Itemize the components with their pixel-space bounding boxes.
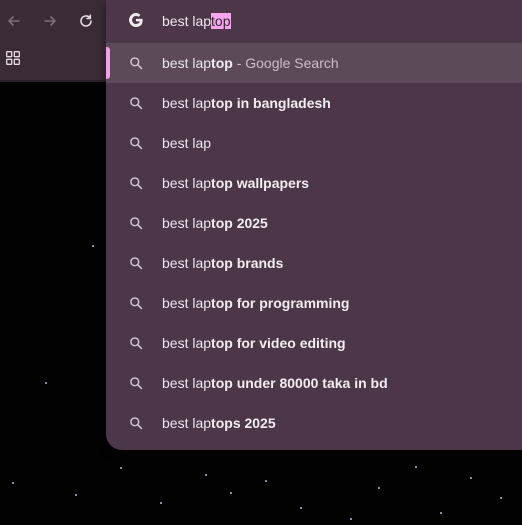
star bbox=[500, 497, 502, 499]
star bbox=[92, 245, 94, 247]
star bbox=[470, 477, 472, 479]
reload-button[interactable] bbox=[76, 11, 96, 31]
suggestion-completion: top bbox=[211, 55, 233, 71]
suggestion-prefix: best lap bbox=[162, 175, 212, 191]
suggestion-completion: top 2025 bbox=[211, 215, 268, 231]
back-button[interactable] bbox=[4, 11, 24, 31]
omnibox-autocomplete-selection: top bbox=[211, 13, 231, 29]
search-icon bbox=[130, 177, 143, 190]
suggestion-item[interactable]: best laptop brands bbox=[106, 243, 522, 283]
suggestion-list: best laptop - Google Search best laptop … bbox=[106, 43, 522, 443]
suggestion-item[interactable]: best laptop for video editing bbox=[106, 323, 522, 363]
suggestion-item[interactable]: best laptop for programming bbox=[106, 283, 522, 323]
search-icon bbox=[130, 257, 143, 270]
suggestion-prefix: best lap bbox=[162, 375, 212, 391]
star bbox=[440, 512, 442, 514]
suggestion-completion: top wallpapers bbox=[211, 175, 310, 191]
suggestion-completion: top brands bbox=[211, 255, 284, 271]
apps-button[interactable] bbox=[3, 48, 23, 68]
suggestion-prefix: best lap bbox=[162, 55, 212, 71]
omnibox[interactable]: best laptop bbox=[106, 0, 522, 42]
suggestion-item[interactable]: best laptop under 80000 taka in bd bbox=[106, 363, 522, 403]
star bbox=[120, 467, 122, 469]
omnibox-input[interactable]: best laptop bbox=[162, 12, 231, 30]
suggestion-text: best laptop 2025 bbox=[162, 215, 268, 231]
search-icon bbox=[130, 217, 143, 230]
star bbox=[378, 487, 380, 489]
star bbox=[265, 480, 267, 482]
suggestion-text: best laptop wallpapers bbox=[162, 175, 309, 191]
suggestion-completion: top in bangladesh bbox=[211, 95, 331, 111]
search-icon bbox=[130, 57, 143, 70]
suggestion-text: best laptop under 80000 taka in bd bbox=[162, 375, 388, 391]
suggestion-item[interactable]: best laptop - Google Search bbox=[106, 43, 522, 83]
search-icon bbox=[130, 97, 143, 110]
star bbox=[230, 492, 232, 494]
suggestion-completion: top for video editing bbox=[211, 335, 346, 351]
search-icon bbox=[130, 377, 143, 390]
star bbox=[205, 474, 207, 476]
suggestion-text: best laptop brands bbox=[162, 255, 283, 271]
suggestion-text: best laptop - Google Search bbox=[162, 55, 339, 71]
search-icon bbox=[130, 137, 143, 150]
star bbox=[45, 382, 47, 384]
suggestion-text: best laptop for video editing bbox=[162, 335, 346, 351]
suggestion-text: best laptop for programming bbox=[162, 295, 349, 311]
suggestion-prefix: best lap bbox=[162, 135, 212, 151]
arrow-right-icon bbox=[44, 16, 56, 26]
reload-icon bbox=[80, 14, 92, 27]
arrow-left-icon bbox=[8, 16, 20, 26]
omnibox-typed-text: best lap bbox=[162, 13, 212, 29]
forward-button[interactable] bbox=[40, 11, 60, 31]
star bbox=[160, 502, 162, 504]
suggestion-source: - Google Search bbox=[232, 55, 339, 71]
suggestion-completion: top under 80000 taka in bd bbox=[211, 375, 388, 391]
suggestion-text: best lap bbox=[162, 135, 211, 151]
star bbox=[300, 507, 302, 509]
star bbox=[75, 494, 77, 496]
suggestion-prefix: best lap bbox=[162, 415, 212, 431]
star bbox=[12, 482, 14, 484]
google-g-icon bbox=[129, 13, 143, 27]
star bbox=[415, 466, 417, 468]
star bbox=[350, 518, 352, 520]
suggestion-prefix: best lap bbox=[162, 295, 212, 311]
suggestion-text: best laptops 2025 bbox=[162, 415, 276, 431]
suggestion-item[interactable]: best laptop 2025 bbox=[106, 203, 522, 243]
suggestion-prefix: best lap bbox=[162, 335, 212, 351]
suggestion-item[interactable]: best laptop in bangladesh bbox=[106, 83, 522, 123]
suggestion-completion: tops 2025 bbox=[211, 415, 276, 431]
suggestion-prefix: best lap bbox=[162, 215, 212, 231]
search-icon bbox=[130, 297, 143, 310]
apps-grid-icon bbox=[6, 51, 20, 65]
search-icon bbox=[130, 417, 143, 430]
suggestion-item[interactable]: best laptops 2025 bbox=[106, 403, 522, 443]
suggestion-text: best laptop in bangladesh bbox=[162, 95, 331, 111]
suggestion-item[interactable]: best laptop wallpapers bbox=[106, 163, 522, 203]
suggestion-completion: top for programming bbox=[211, 295, 350, 311]
suggestion-prefix: best lap bbox=[162, 95, 212, 111]
suggestion-prefix: best lap bbox=[162, 255, 212, 271]
search-icon bbox=[130, 337, 143, 350]
suggestion-item[interactable]: best lap bbox=[106, 123, 522, 163]
